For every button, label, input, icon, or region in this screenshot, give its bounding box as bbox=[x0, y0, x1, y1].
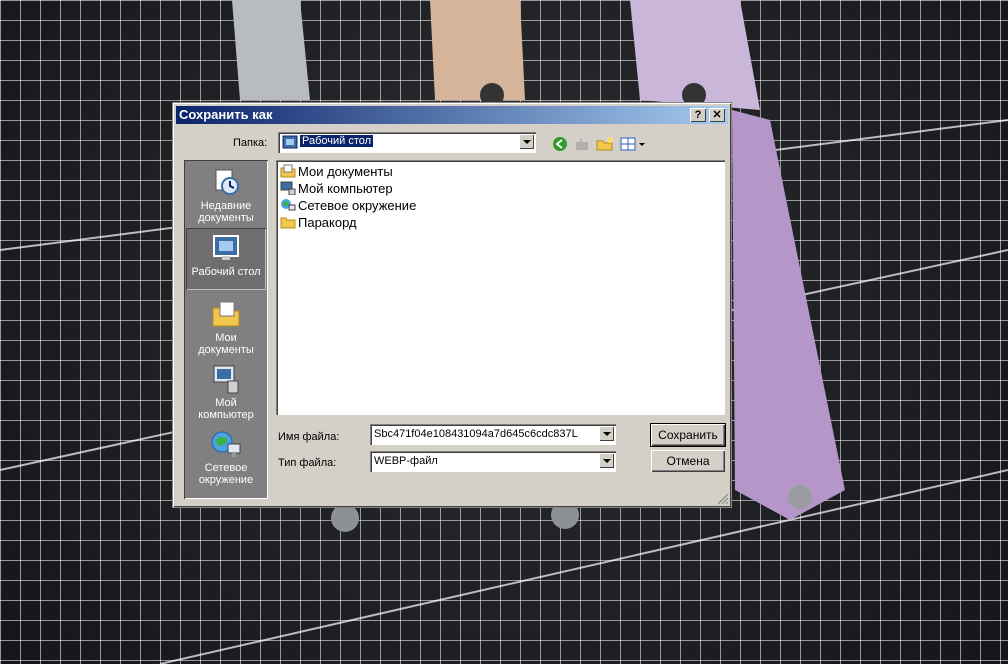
new-folder-icon[interactable] bbox=[596, 136, 614, 152]
save-as-dialog: Сохранить как ? ✕ Папка: Рабочий стол Не… bbox=[172, 102, 732, 508]
view-menu-icon[interactable] bbox=[620, 136, 648, 152]
help-button[interactable]: ? bbox=[690, 108, 706, 122]
places-bar: Недавние документы Рабочий стол Мои доку… bbox=[184, 160, 268, 499]
place-label: Рабочий стол bbox=[191, 266, 261, 278]
place-recent-documents[interactable]: Недавние документы bbox=[186, 166, 266, 224]
my-computer-icon bbox=[213, 365, 239, 394]
network-places-icon bbox=[281, 199, 296, 211]
filename-value: Sbc471f04e108431094a7d645c6cdc837L bbox=[374, 428, 578, 440]
network-places-icon bbox=[211, 431, 241, 457]
file-name: Мои документы bbox=[298, 164, 393, 179]
chevron-down-icon[interactable] bbox=[599, 426, 614, 441]
desktop-icon bbox=[282, 135, 298, 149]
dialog-title: Сохранить как bbox=[179, 107, 273, 122]
chevron-down-icon[interactable] bbox=[519, 134, 534, 149]
up-folder-icon[interactable] bbox=[573, 136, 591, 152]
resize-grip-icon[interactable] bbox=[717, 493, 729, 505]
place-label: Сетевое окружение bbox=[198, 462, 254, 486]
place-my-documents[interactable]: Мои документы bbox=[186, 298, 266, 356]
my-documents-icon bbox=[212, 301, 240, 327]
dialog-titlebar[interactable]: Сохранить как ? ✕ bbox=[176, 106, 728, 124]
file-name: Сетевое окружение bbox=[298, 198, 417, 213]
folder-select[interactable]: Рабочий стол bbox=[278, 132, 536, 153]
recent-documents-icon bbox=[215, 169, 239, 195]
chevron-down-icon[interactable] bbox=[599, 453, 614, 468]
list-item[interactable]: Паракорд bbox=[280, 215, 357, 231]
place-my-computer[interactable]: Мой компьютер bbox=[186, 363, 266, 421]
cancel-button[interactable]: Отмена bbox=[651, 450, 725, 472]
file-name: Паракорд bbox=[298, 215, 357, 230]
list-item[interactable]: Мои документы bbox=[280, 164, 393, 180]
close-button[interactable]: ✕ bbox=[709, 108, 725, 122]
list-item[interactable]: Мой компьютер bbox=[280, 181, 393, 197]
my-computer-icon bbox=[280, 181, 296, 195]
place-network[interactable]: Сетевое окружение bbox=[186, 428, 266, 486]
back-arrow-icon[interactable] bbox=[551, 136, 569, 152]
place-label: Недавние документы bbox=[198, 200, 254, 224]
list-item[interactable]: Сетевое окружение bbox=[280, 198, 416, 214]
filetype-value: WEBP-файл bbox=[374, 455, 438, 467]
place-label: Мои документы bbox=[198, 332, 254, 356]
folder-select-value: Рабочий стол bbox=[300, 135, 374, 147]
place-label: Мой компьютер bbox=[198, 397, 254, 421]
folder-label: Папка: bbox=[233, 137, 268, 149]
filetype-select[interactable]: WEBP-файл bbox=[370, 451, 616, 472]
filename-label: Имя файла: bbox=[278, 431, 340, 443]
place-desktop[interactable]: Рабочий стол bbox=[186, 228, 266, 290]
filetype-label: Тип файла: bbox=[278, 457, 337, 469]
desktop-icon bbox=[213, 235, 239, 260]
file-name: Мой компьютер bbox=[298, 181, 393, 196]
save-button[interactable]: Сохранить bbox=[650, 423, 726, 447]
file-list[interactable]: Мои документы Мой компьютер Сетевое окру… bbox=[276, 160, 725, 415]
filename-field[interactable]: Sbc471f04e108431094a7d645c6cdc837L bbox=[370, 424, 616, 445]
my-documents-icon bbox=[280, 164, 296, 178]
folder-icon bbox=[280, 217, 296, 229]
